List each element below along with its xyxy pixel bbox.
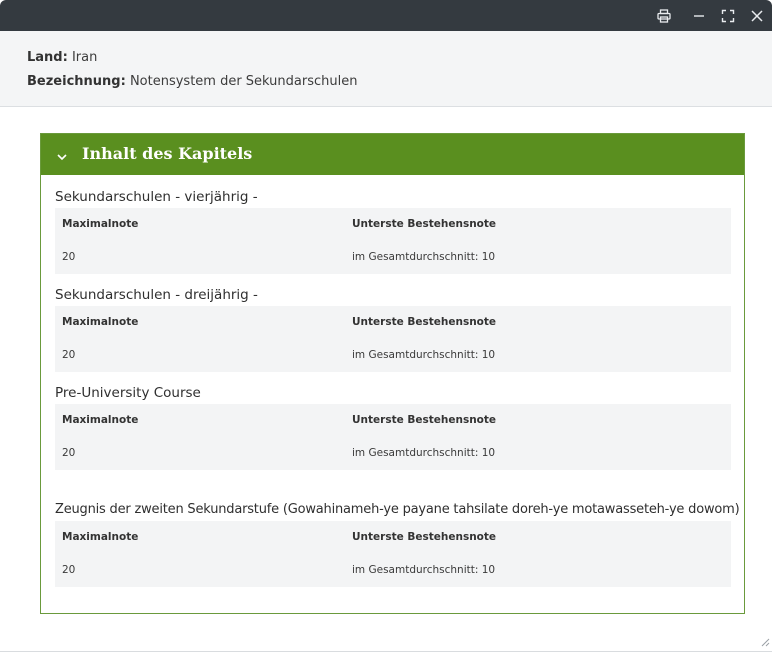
pass-grade-value: im Gesamtdurchschnitt: 10 [352,564,496,576]
resize-handle-icon[interactable] [760,632,770,651]
chevron-down-icon [56,148,68,167]
land-label: Land: [27,50,68,65]
section-title: Sekundarschulen - vierjährig - [55,189,258,205]
close-icon [750,9,764,23]
pass-grade-value: im Gesamtdurchschnitt: 10 [352,251,496,263]
max-grade-value: 20 [62,349,76,361]
window-titlebar [0,0,772,31]
max-grade-value: 20 [62,251,76,263]
grade-table: Maximalnote Unterste Bestehensnote 20 im… [55,208,731,274]
land-value: Iran [71,50,98,65]
close-button[interactable] [746,5,768,27]
minimize-button[interactable] [688,5,710,27]
chapter-panel: Inhalt des Kapitels Sekundarschulen - vi… [40,133,745,614]
grade-table: Maximalnote Unterste Bestehensnote 20 im… [55,404,731,470]
section-title: Zeugnis der zweiten Sekundarstufe (Gowah… [55,502,740,517]
pass-grade-label: Unterste Bestehensnote [352,414,497,426]
maximize-icon [721,9,735,23]
max-grade-label: Maximalnote [62,414,139,426]
maximize-button[interactable] [717,5,739,27]
grade-table: Maximalnote Unterste Bestehensnote 20 im… [55,521,731,587]
max-grade-label: Maximalnote [62,218,139,230]
pass-grade-label: Unterste Bestehensnote [352,531,497,543]
bezeichnung-label: Bezeichnung: [27,74,126,89]
window-bottom-border [0,651,772,652]
bezeichnung-value: Notensystem der Sekundarschulen [129,74,358,89]
max-grade-label: Maximalnote [62,531,139,543]
minimize-icon [692,9,706,23]
chapter-panel-title: Inhalt des Kapitels [82,144,253,163]
section-title: Pre-University Course [55,385,201,401]
grade-table: Maximalnote Unterste Bestehensnote 20 im… [55,306,731,372]
pass-grade-label: Unterste Bestehensnote [352,218,497,230]
section-title: Sekundarschulen - dreijährig - [55,287,258,303]
land-row: Land: Iran [27,50,97,65]
bezeichnung-row: Bezeichnung: Notensystem der Sekundarsch… [27,74,357,89]
print-button[interactable] [653,5,675,27]
max-grade-label: Maximalnote [62,316,139,328]
pass-grade-value: im Gesamtdurchschnitt: 10 [352,349,496,361]
pass-grade-label: Unterste Bestehensnote [352,316,497,328]
chapter-panel-header[interactable]: Inhalt des Kapitels [41,134,744,175]
max-grade-value: 20 [62,447,76,459]
max-grade-value: 20 [62,564,76,576]
printer-icon [657,9,671,23]
document-header: Land: Iran Bezeichnung: Notensystem der … [0,31,772,107]
pass-grade-value: im Gesamtdurchschnitt: 10 [352,447,496,459]
